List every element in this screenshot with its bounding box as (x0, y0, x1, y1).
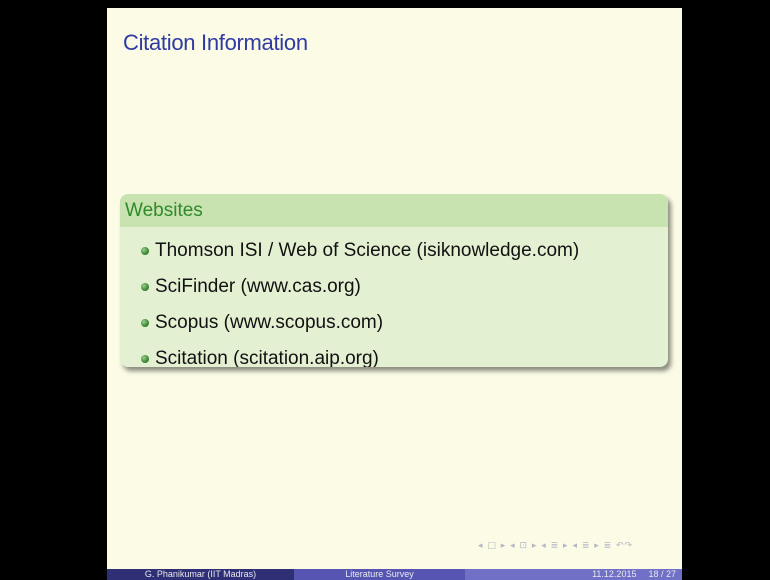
block-body: Thomson ISI / Web of Science (isiknowled… (120, 227, 668, 367)
list-item-text: Scitation (scitation.aip.org) (155, 348, 379, 367)
block-heading: Websites (120, 194, 668, 227)
footer-right: 11.12.2015 18 / 27 (465, 569, 682, 580)
slide-title: Citation Information (123, 30, 308, 55)
websites-block: Websites Thomson ISI / Web of Science (i… (120, 194, 668, 367)
list-item: Scopus (www.scopus.com) (120, 305, 668, 341)
list-item: SciFinder (www.cas.org) (120, 269, 668, 305)
footer-talk-title: Literature Survey (294, 569, 465, 580)
slide: Citation Information Websites Thomson IS… (107, 8, 682, 580)
bullet-icon (141, 355, 149, 363)
list-item: Scitation (scitation.aip.org) (120, 341, 668, 367)
bullet-icon (141, 247, 149, 255)
list-item-text: Thomson ISI / Web of Science (isiknowled… (155, 240, 580, 261)
list-item-text: Scopus (www.scopus.com) (155, 312, 384, 333)
bullet-icon (141, 283, 149, 291)
footer-date: 11.12.2015 (592, 569, 637, 579)
bullet-icon (141, 319, 149, 327)
list-item: Thomson ISI / Web of Science (isiknowled… (120, 233, 668, 269)
footer: G. Phanikumar (IIT Madras) Literature Su… (107, 569, 682, 580)
list-item-text: SciFinder (www.cas.org) (155, 276, 361, 297)
footer-author: G. Phanikumar (IIT Madras) (107, 569, 294, 580)
footer-page-number: 18 / 27 (648, 569, 676, 579)
navigation-symbols[interactable]: ◂ □ ▸ ◂ ⊡ ▸ ◂ ≣ ▸ ◂ ≣ ▸ ≣ ↶↷ (478, 541, 633, 551)
